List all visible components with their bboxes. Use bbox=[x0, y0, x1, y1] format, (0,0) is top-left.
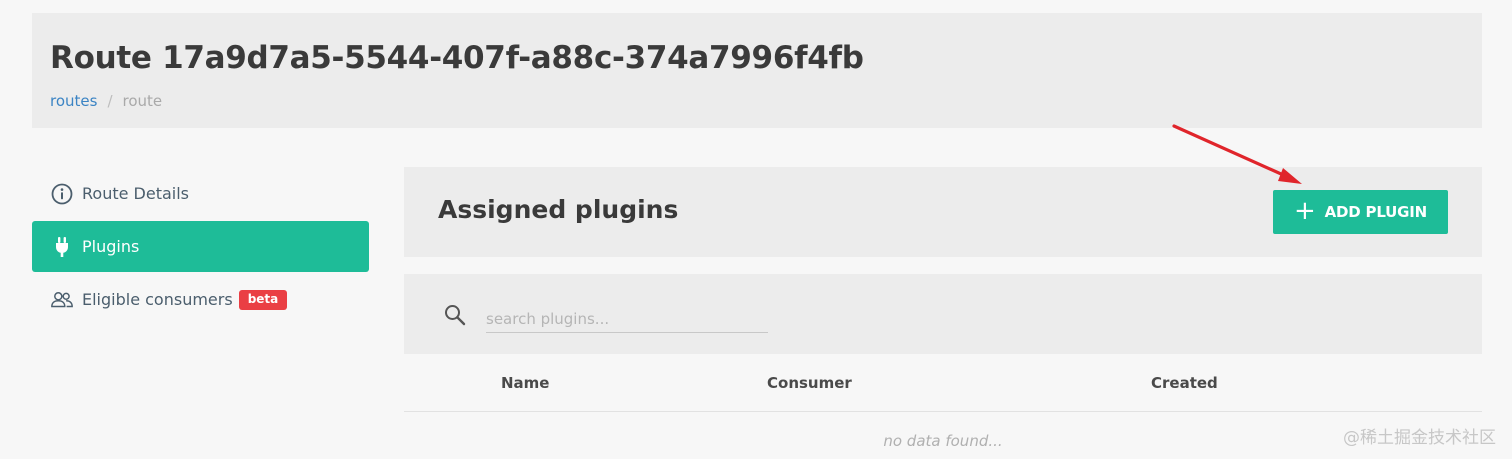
column-header-name[interactable]: Name bbox=[501, 374, 549, 392]
breadcrumb-current-route: route bbox=[122, 92, 163, 110]
empty-table-message: no data found... bbox=[883, 432, 1003, 450]
sidebar-item-plugins[interactable]: Plugins bbox=[32, 221, 369, 272]
sidebar-item-eligible-consumers[interactable]: Eligible consumers beta bbox=[32, 274, 369, 325]
plugins-panel-header: Assigned plugins + ADD PLUGIN bbox=[404, 167, 1482, 257]
page-header: Route 17a9d7a5-5544-407f-a88c-374a7996f4… bbox=[32, 13, 1482, 128]
sidebar-item-route-details[interactable]: Route Details bbox=[32, 168, 369, 219]
beta-badge: beta bbox=[238, 289, 288, 310]
page-title: Route 17a9d7a5-5544-407f-a88c-374a7996f4… bbox=[50, 40, 864, 76]
breadcrumb: routes / route bbox=[50, 92, 162, 110]
plus-icon: + bbox=[1294, 195, 1316, 226]
table-header: Name Consumer Created bbox=[404, 354, 1482, 412]
watermark: @稀土掘金技术社区 bbox=[1343, 428, 1496, 448]
search-icon bbox=[444, 304, 466, 326]
panel-title: Assigned plugins bbox=[438, 195, 679, 224]
add-plugin-label: ADD PLUGIN bbox=[1324, 203, 1428, 221]
column-header-consumer[interactable]: Consumer bbox=[767, 374, 852, 392]
sidebar-item-label: Eligible consumers bbox=[82, 290, 233, 309]
annotation-arrow-icon bbox=[1172, 124, 1302, 184]
plug-icon bbox=[50, 235, 74, 259]
sidebar-item-label: Plugins bbox=[82, 237, 140, 256]
info-icon bbox=[50, 182, 74, 206]
sidebar-item-label: Route Details bbox=[82, 184, 189, 203]
search-input[interactable] bbox=[486, 301, 768, 333]
users-icon bbox=[50, 288, 74, 312]
breadcrumb-separator: / bbox=[107, 92, 113, 110]
search-bar bbox=[404, 274, 1482, 354]
column-header-created[interactable]: Created bbox=[1151, 374, 1218, 392]
breadcrumb-link-routes[interactable]: routes bbox=[50, 92, 97, 110]
